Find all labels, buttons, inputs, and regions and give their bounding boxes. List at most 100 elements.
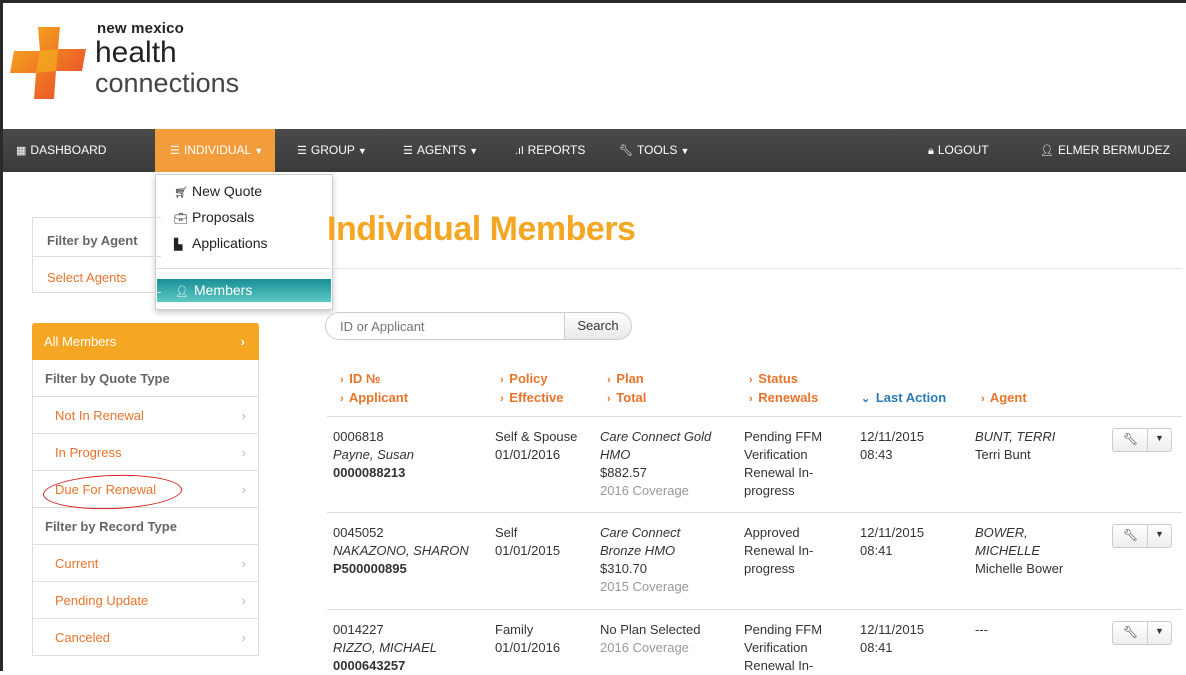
cell-coverage: 2016 Coverage [600,483,689,498]
sort-last-action-header[interactable]: ⌄ Last Action [861,390,946,405]
header-renewals-label: Renewals [758,390,819,405]
filter-current[interactable]: Current › [32,545,259,582]
cell-last-time: 08:41 [860,640,893,655]
member-filter-sidebar: All Members › Filter by Quote Type Not I… [32,323,259,656]
cell-renewal-line1: progress [744,561,795,576]
chevron-right-icon: › [500,374,504,386]
chevron-right-icon: › [500,393,504,405]
chevron-down-icon: ⌄ [861,393,871,405]
search-input[interactable] [325,312,565,340]
record-type-heading: Filter by Record Type [32,508,259,545]
filter-in-progress[interactable]: In Progress › [32,434,259,471]
lock-icon: 🔒︎ [928,145,934,157]
row-actions-button[interactable]: 🔧︎ ▼ [1112,621,1172,645]
sort-agent-header[interactable]: › Agent [981,390,1027,405]
row-divider [327,416,1182,417]
select-agents-link[interactable]: Select Agents [47,270,127,285]
sort-policy-header[interactable]: › Policy [500,371,548,386]
cell-last-date: 12/11/2015 [860,429,925,444]
chevron-right-icon: › [981,393,985,405]
nav-reports-label: REPORTS [527,143,586,157]
filter-in-progress-label: In Progress [55,445,122,460]
nav-dashboard[interactable]: ▦ DASHBOARD [16,129,106,172]
chevron-right-icon: › [241,408,246,423]
chevron-right-icon: › [241,482,246,497]
row-actions-button[interactable]: 🔧︎ ▼ [1112,428,1172,452]
nav-tools[interactable]: 🔧︎ TOOLS ▼ [619,129,689,172]
grid-icon: ▦ [16,145,27,157]
cell-agent: BOWER, [975,525,1028,540]
nav-group-label: GROUP [310,143,355,157]
cell-plan-line1: Care Connect [600,525,681,540]
nav-user-label: ELMER BERMUDEZ [1057,143,1170,157]
filter-canceled[interactable]: Canceled › [32,619,259,656]
nav-logout[interactable]: 🔒︎ LOGOUT [928,129,989,172]
nav-logout-label: LOGOUT [937,143,989,157]
filter-pending-update[interactable]: Pending Update › [32,582,259,619]
menu-item-applications[interactable]: ▙ Applications [174,235,268,251]
sort-status-header[interactable]: › Status [749,371,798,386]
user-icon: 👤︎ [175,286,189,298]
list-icon: ☰ [403,145,413,157]
file-icon: ▙ [174,239,183,251]
caret-down-icon: ▼ [1155,433,1164,443]
nav-agents-label: AGENTS [416,143,467,157]
nav-user[interactable]: 👤︎ ELMER BERMUDEZ [1040,129,1170,172]
list-icon: ☰ [297,145,307,157]
cell-status-line1: Pending FFM [744,429,823,444]
filter-canceled-label: Canceled [55,630,110,645]
divider [1147,525,1148,547]
all-members-button[interactable]: All Members › [32,323,259,360]
logo-line-2: health [95,36,177,69]
cart-icon: 🛒︎ [174,187,188,199]
caret-down-icon: ▼ [1155,626,1164,636]
menu-item-new-quote[interactable]: 🛒︎ New Quote [174,183,262,199]
nav-individual-label: INDIVIDUAL [183,143,252,157]
caret-down-icon: ▼ [357,146,367,156]
wrench-icon: 🔧︎ [619,145,633,157]
site-logo[interactable]: new mexico health connections [8,20,368,110]
menu-item-proposals[interactable]: 💼︎ Proposals [174,209,254,225]
cell-renewal-line2: progress [744,483,795,498]
sort-renewals-header[interactable]: › Renewals [749,390,818,405]
row-actions-button[interactable]: 🔧︎ ▼ [1112,524,1172,548]
menu-item-members-label: Members [193,282,253,298]
individual-dropdown-menu: 🛒︎ New Quote 💼︎ Proposals ▙ Applications 👤︎… [155,174,333,310]
cell-coverage: 2015 Coverage [600,579,689,594]
filter-due-for-renewal[interactable]: Due For Renewal › [32,471,259,512]
list-icon: ☰ [170,145,180,157]
sort-effective-header[interactable]: › Effective [500,390,564,405]
cell-last-date: 12/11/2015 [860,622,925,637]
menu-item-members[interactable]: 👤︎ Members [157,279,331,302]
header-total-label: Total [616,390,647,405]
chevron-right-icon: › [340,374,344,386]
nav-agents[interactable]: ☰ AGENTS ▼ [403,129,478,172]
cell-effective: 01/01/2015 [495,543,561,558]
search-button[interactable]: Search [564,312,632,340]
briefcase-icon: 💼︎ [174,213,188,225]
chevron-right-icon: › [241,593,246,608]
header-id-label: ID № [349,371,381,386]
agent-filter-title: Filter by Agent [47,233,138,248]
nav-group[interactable]: ☰ GROUP ▼ [297,129,367,172]
cell-agent: BUNT, TERRI [975,429,1056,444]
sort-plan-header[interactable]: › Plan [607,371,644,386]
cell-member-id: P500000895 [333,561,407,576]
divider [1147,622,1148,644]
cell-applicant: RIZZO, MICHAEL [333,640,438,655]
cell-policy: Family [495,622,534,637]
cell-plan-line1: Care Connect Gold [600,429,712,444]
page-title: Individual Members [327,210,636,248]
user-icon: 👤︎ [1040,145,1054,157]
sort-applicant-header[interactable]: › Applicant [340,390,408,405]
filter-pending-update-label: Pending Update [55,593,149,608]
nav-individual[interactable]: ☰ INDIVIDUAL ▼ [155,129,276,172]
logo-line-3: connections [95,68,240,98]
cell-agent-name: Terri Bunt [975,447,1031,462]
sort-id-header[interactable]: › ID № [340,371,380,386]
nav-reports[interactable]: .ıl REPORTS [515,129,585,172]
sort-total-header[interactable]: › Total [607,390,646,405]
filter-not-in-renewal[interactable]: Not In Renewal › [32,397,259,434]
header-effective-label: Effective [509,390,564,405]
cell-effective: 01/01/2016 [495,640,561,655]
